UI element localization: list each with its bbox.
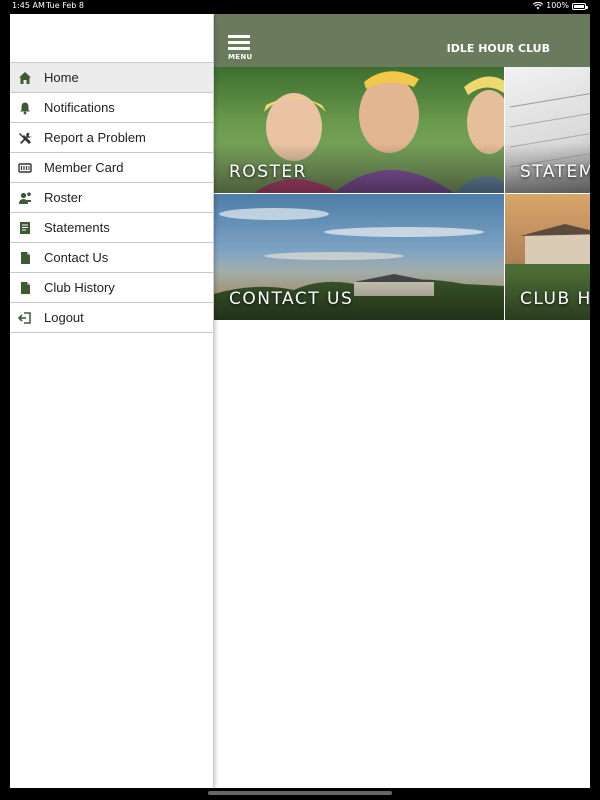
tile-statements-label: STATEMENTS [520,162,590,182]
battery-percent: 100% [546,1,569,10]
sidebar-item-label: Report a Problem [44,130,146,145]
menu-button[interactable]: MENU [228,35,254,63]
document-icon [18,281,32,295]
status-date: Tue Feb 8 [46,1,85,10]
tile-roster-label: ROSTER [229,162,307,182]
bell-icon [18,101,32,115]
tools-icon [18,131,32,145]
header: MENU IDLE HOUR CLUB [214,14,590,67]
hamburger-icon [228,35,254,50]
sidebar-item-label: Club History [44,280,115,295]
menu-label: MENU [228,53,253,61]
sidebar-item-label: Contact Us [44,250,109,265]
tile-contact-label: CONTACT US [229,289,354,309]
home-icon [18,71,32,85]
sidebar-item-label: Notifications [44,100,115,115]
main-content: MENU IDLE HOUR CLUB ROSTER STATEM CONTAC… [214,14,590,788]
sidebar-drawer: Home Notifications Report a Problem Memb… [10,14,213,788]
sidebar-item-home[interactable]: Home [10,63,213,93]
receipt-icon [18,221,32,235]
status-right: 100% [533,0,588,12]
tile-grid: ROSTER STATEMENTS [214,67,590,321]
sidebar-item-roster[interactable]: Roster [10,183,213,213]
tile-club-history[interactable]: CLUB HISTORY [505,194,590,320]
card-icon [18,161,32,175]
app-frame: MENU IDLE HOUR CLUB ROSTER STATEM CONTAC… [10,14,590,788]
home-indicator[interactable] [208,791,392,795]
battery-icon [572,2,588,10]
sidebar-item-label: Member Card [44,160,124,175]
status-time: 1:45 AM [12,1,45,10]
sidebar-item-notifications[interactable]: Notifications [10,93,213,123]
tile-roster[interactable]: ROSTER [214,67,504,193]
logout-icon [18,311,32,325]
sidebar-item-report-problem[interactable]: Report a Problem [10,123,213,153]
club-name: IDLE HOUR CLUB [446,42,550,55]
status-bar: 1:45 AM Tue Feb 8 100% [0,0,600,12]
sidebar-item-label: Logout [44,310,84,325]
sidebar-item-label: Home [44,70,79,85]
nav-list: Home Notifications Report a Problem Memb… [10,62,213,333]
sidebar-item-club-history[interactable]: Club History [10,273,213,303]
sidebar-item-label: Roster [44,190,83,205]
tile-statements[interactable]: STATEMENTS [505,67,590,193]
sidebar-item-statements[interactable]: Statements [10,213,213,243]
sidebar-item-label: Statements [44,220,110,235]
wifi-icon [533,2,544,10]
user-group-icon [18,191,32,205]
document-icon [18,251,32,265]
sidebar-item-logout[interactable]: Logout [10,303,213,333]
sidebar-item-member-card[interactable]: Member Card [10,153,213,183]
tile-contact-us[interactable]: CONTACT US [214,194,504,320]
sidebar-item-contact-us[interactable]: Contact Us [10,243,213,273]
tile-history-label: CLUB HISTORY [520,289,590,309]
